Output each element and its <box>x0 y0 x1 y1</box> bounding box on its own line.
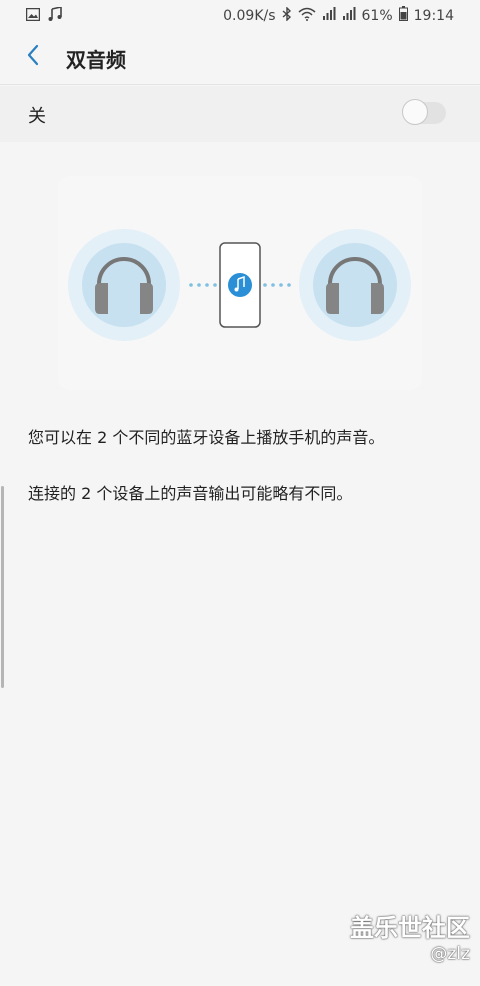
scroll-indicator[interactable] <box>1 486 4 688</box>
description-1: 您可以在 2 个不同的蓝牙设备上播放手机的声音。 <box>28 428 385 447</box>
headphones-icon <box>68 229 180 341</box>
status-right: 0.09K/s 61% 19:14 <box>223 5 454 25</box>
music-note-icon <box>48 6 62 25</box>
battery-percent: 61% <box>361 7 393 24</box>
page-title: 双音频 <box>66 48 126 72</box>
battery-icon <box>398 6 408 25</box>
music-note-icon <box>228 273 252 297</box>
network-speed: 0.09K/s <box>223 7 276 24</box>
dual-audio-switch[interactable] <box>402 99 446 125</box>
switch-knob <box>402 99 428 125</box>
signal-icon <box>322 6 336 25</box>
wifi-icon <box>298 7 316 25</box>
bluetooth-icon <box>282 5 292 25</box>
clock: 19:14 <box>413 7 454 24</box>
chevron-left-icon <box>26 44 40 70</box>
toggle-label: 关 <box>28 106 46 127</box>
description-2: 连接的 2 个设备上的声音输出可能略有不同。 <box>28 484 353 503</box>
dual-audio-toggle-row[interactable]: 关 <box>0 86 480 142</box>
dual-audio-illustration <box>58 176 422 390</box>
back-button[interactable] <box>18 42 48 72</box>
status-bar: 0.09K/s 61% 19:14 <box>0 0 480 30</box>
status-left <box>25 6 62 25</box>
image-icon <box>25 7 41 25</box>
app-header: 双音频 <box>0 30 480 85</box>
signal-icon <box>342 6 356 25</box>
watermark-handle: @zlz <box>430 944 470 964</box>
watermark-text: 盖乐世社区 <box>350 914 470 942</box>
headphones-icon <box>299 229 411 341</box>
